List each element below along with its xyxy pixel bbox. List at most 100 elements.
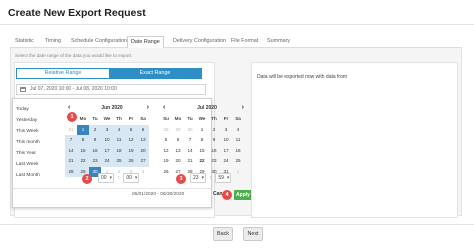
- apply-button[interactable]: Apply: [234, 190, 252, 200]
- next-button[interactable]: Next: [243, 227, 263, 241]
- calendar-day[interactable]: 26: [160, 167, 172, 178]
- calendar-day[interactable]: 29: [172, 125, 184, 136]
- calendar-day[interactable]: 5: [125, 124, 137, 135]
- calendar-day[interactable]: 16: [89, 145, 101, 156]
- calendar-day[interactable]: 18: [232, 146, 244, 157]
- chevron-left-icon[interactable]: ‹: [163, 104, 165, 112]
- calendar-day[interactable]: 21: [65, 156, 77, 167]
- tab-schedule-configuration[interactable]: Schedule Configuration: [68, 36, 130, 48]
- instruction-text: Select the date range of the data you wo…: [15, 53, 133, 58]
- tab-file-format[interactable]: File Format: [228, 36, 261, 48]
- calendar-day[interactable]: 9: [89, 135, 101, 146]
- calendar-day[interactable]: 1: [196, 125, 208, 136]
- calendar-day[interactable]: 9: [208, 135, 220, 146]
- chevron-right-icon[interactable]: ›: [147, 104, 149, 112]
- weekday-label: Su: [163, 116, 169, 121]
- quick-range-today[interactable]: Today: [16, 104, 60, 115]
- calendar-day[interactable]: 15: [196, 146, 208, 157]
- calendar-day[interactable]: 7: [184, 135, 196, 146]
- calendar-day[interactable]: 17: [101, 145, 113, 156]
- calendar-day[interactable]: 11: [113, 135, 125, 146]
- calendar-day[interactable]: 3: [220, 125, 232, 136]
- exact-range-button[interactable]: Exact Range: [109, 69, 201, 78]
- calendar-day[interactable]: 10: [220, 135, 232, 146]
- calendar-day[interactable]: 6: [172, 135, 184, 146]
- calendar-day[interactable]: 13: [137, 135, 149, 146]
- calendar-day[interactable]: 23: [89, 156, 101, 167]
- end-hour-select[interactable]: 23: [190, 172, 206, 183]
- weekday-label: Tu: [92, 116, 98, 121]
- calendar-day[interactable]: 7: [65, 135, 77, 146]
- calendar-day[interactable]: 17: [220, 146, 232, 157]
- calendar-day[interactable]: 21: [184, 156, 196, 167]
- export-info-text: Data will be exported now with data from: [257, 74, 348, 80]
- calendar-day[interactable]: 18: [113, 145, 125, 156]
- calendar-day[interactable]: 24: [101, 156, 113, 167]
- calendar-day[interactable]: 19: [125, 145, 137, 156]
- tab-statistic[interactable]: Statistic: [12, 36, 37, 48]
- tab-delivery-configuration[interactable]: Delivery Configuration: [170, 36, 229, 48]
- footer-divider: [0, 224, 474, 225]
- calendar-day[interactable]: 23: [208, 156, 220, 167]
- header-divider: [0, 24, 474, 25]
- calendar-day[interactable]: 2: [208, 125, 220, 136]
- calendar-day[interactable]: 16: [208, 146, 220, 157]
- step-badge-2: 2: [82, 174, 92, 184]
- calendar-day[interactable]: 6: [137, 124, 149, 135]
- quick-range-this-year[interactable]: This Year: [16, 148, 60, 159]
- calendar-day[interactable]: 15: [77, 145, 89, 156]
- calendar-day[interactable]: 4: [232, 125, 244, 136]
- calendar-day[interactable]: 24: [220, 156, 232, 167]
- tab-summary[interactable]: Summary: [264, 36, 293, 48]
- calendar-day[interactable]: 2: [89, 124, 101, 135]
- start-minute-select[interactable]: 00: [123, 172, 140, 183]
- calendar-day[interactable]: 13: [172, 146, 184, 157]
- calendar-day[interactable]: 14: [65, 145, 77, 156]
- calendar-day[interactable]: 27: [137, 156, 149, 167]
- weekday-label: Th: [116, 116, 122, 121]
- calendar-day[interactable]: 10: [101, 135, 113, 146]
- quick-range-yesterday[interactable]: Yesterday: [16, 115, 60, 126]
- calendar-day[interactable]: 12: [160, 146, 172, 157]
- calendar-day[interactable]: 22: [77, 156, 89, 167]
- calendar-day[interactable]: 20: [172, 156, 184, 167]
- calendar-day[interactable]: 4: [113, 124, 125, 135]
- calendar-day-today[interactable]: 22: [196, 156, 208, 167]
- calendar-day[interactable]: 3: [101, 124, 113, 135]
- quick-range-last-month[interactable]: Last Month: [16, 170, 60, 181]
- start-time-picker: 00 : 00: [95, 172, 142, 183]
- calendar-day[interactable]: 20: [137, 145, 149, 156]
- calendar-day[interactable]: 8: [77, 135, 89, 146]
- end-minute-select[interactable]: 59: [215, 172, 232, 183]
- calendar-day[interactable]: 25: [232, 156, 244, 167]
- relative-range-button[interactable]: Relative Range: [17, 69, 109, 78]
- calendar-day[interactable]: 25: [113, 156, 125, 167]
- calendar-day[interactable]: 30: [184, 125, 196, 136]
- quick-range-this-month[interactable]: This month: [16, 137, 60, 148]
- weekday-label: Sa: [235, 116, 241, 121]
- step-badge-3: 3: [176, 174, 186, 184]
- calendar-day-start[interactable]: 1: [77, 124, 89, 135]
- range-type-toggle: Relative Range Exact Range: [16, 68, 202, 79]
- calendar-day[interactable]: 8: [196, 135, 208, 146]
- calendar-day[interactable]: 28: [65, 166, 77, 177]
- calendar-day[interactable]: 26: [125, 156, 137, 167]
- calendar-day[interactable]: 14: [184, 146, 196, 157]
- calendar-day[interactable]: 19: [160, 156, 172, 167]
- tab-timing[interactable]: Timing: [42, 36, 64, 48]
- calendar-day[interactable]: 11: [232, 135, 244, 146]
- chevron-right-icon[interactable]: ›: [242, 104, 244, 112]
- quick-range-last-week[interactable]: Last Week: [16, 159, 60, 170]
- calendar-day[interactable]: 31: [65, 125, 77, 136]
- start-hour-select[interactable]: 00: [98, 172, 114, 183]
- back-button[interactable]: Back: [213, 227, 233, 241]
- date-range-input[interactable]: Jul 07, 2020 10:00 - Jul 08, 2020 10:00: [16, 84, 206, 95]
- chevron-left-icon[interactable]: ‹: [68, 104, 70, 112]
- weekday-label: Fr: [223, 116, 229, 121]
- calendar-day[interactable]: 12: [125, 135, 137, 146]
- quick-range-this-week[interactable]: This Week: [16, 126, 60, 137]
- picker-footer-divider: [13, 188, 211, 189]
- calendar-day[interactable]: 28: [160, 125, 172, 136]
- weekday-label: Mo: [174, 116, 182, 121]
- calendar-day[interactable]: 5: [160, 135, 172, 146]
